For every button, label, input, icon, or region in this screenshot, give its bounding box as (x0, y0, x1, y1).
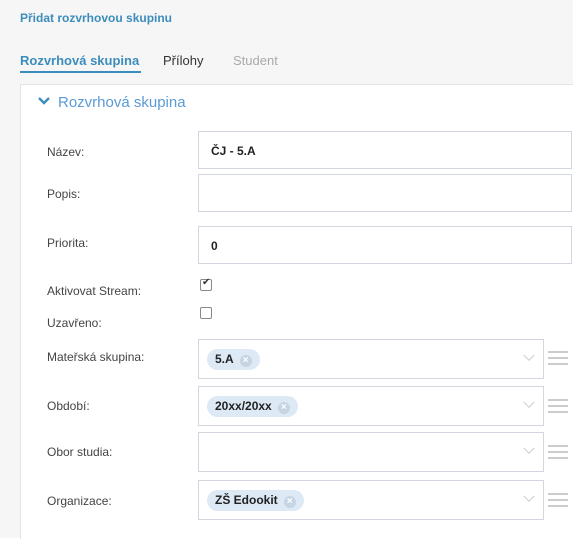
organization-label: Organizace: (47, 494, 112, 508)
period-label: Období: (47, 399, 90, 413)
name-value: ČJ - 5.A (211, 144, 256, 158)
section-title: Rozvrhová skupina (58, 94, 186, 111)
field-of-study-select[interactable] (198, 432, 544, 472)
chevron-down-icon[interactable] (523, 445, 535, 457)
priority-input[interactable]: 0 (198, 226, 572, 264)
remove-tag-icon[interactable]: × (239, 355, 252, 367)
hamburger-icon[interactable] (548, 399, 568, 415)
remove-tag-icon[interactable]: × (277, 402, 290, 414)
description-label: Popis: (47, 187, 81, 201)
dialog-title: Přidat rozvrhovou skupinu (20, 11, 173, 25)
organization-select[interactable]: ZŠ Edookit × (198, 480, 544, 520)
organization-tag-label: ZŠ Edookit (215, 493, 278, 507)
parent-group-select[interactable]: 5.A × (198, 339, 544, 379)
tab-schedule-group[interactable]: Rozvrhová skupina (20, 53, 142, 73)
description-input[interactable] (198, 174, 572, 212)
activate-stream-label: Aktivovat Stream: (47, 284, 142, 298)
activate-stream-checkbox[interactable] (200, 277, 212, 291)
hamburger-icon[interactable] (548, 351, 568, 367)
chevron-down-icon[interactable] (523, 493, 535, 505)
hamburger-icon[interactable] (548, 445, 568, 461)
field-of-study-label: Obor studia: (47, 445, 113, 459)
name-input[interactable]: ČJ - 5.A (198, 131, 572, 169)
dialog-header: Přidat rozvrhovou skupinu (0, 0, 573, 36)
priority-label: Priorita: (47, 236, 89, 250)
section-header[interactable]: Rozvrhová skupina (38, 94, 186, 111)
parent-group-label: Mateřská skupina: (47, 350, 145, 364)
parent-group-tag-label: 5.A (215, 352, 234, 366)
priority-value: 0 (211, 239, 218, 253)
tab-student[interactable]: Student (233, 53, 278, 68)
hamburger-icon[interactable] (548, 493, 568, 509)
tab-attachments[interactable]: Přílohy (163, 53, 203, 68)
name-label: Název: (47, 145, 85, 159)
chevron-down-icon[interactable] (523, 352, 535, 364)
closed-label: Uzavřeno: (47, 316, 102, 330)
period-tag-label: 20xx/20xx (215, 399, 272, 413)
period-select[interactable]: 20xx/20xx × (198, 386, 544, 426)
period-tag: 20xx/20xx × (207, 396, 298, 417)
tab-bar: Rozvrhová skupina Přílohy Student (0, 36, 573, 76)
chevron-down-icon[interactable] (523, 399, 535, 411)
closed-checkbox[interactable] (200, 307, 212, 319)
chevron-down-icon (38, 96, 50, 108)
organization-tag: ZŠ Edookit × (207, 490, 304, 511)
parent-group-tag: 5.A × (207, 349, 260, 370)
remove-tag-icon[interactable]: × (283, 496, 296, 508)
